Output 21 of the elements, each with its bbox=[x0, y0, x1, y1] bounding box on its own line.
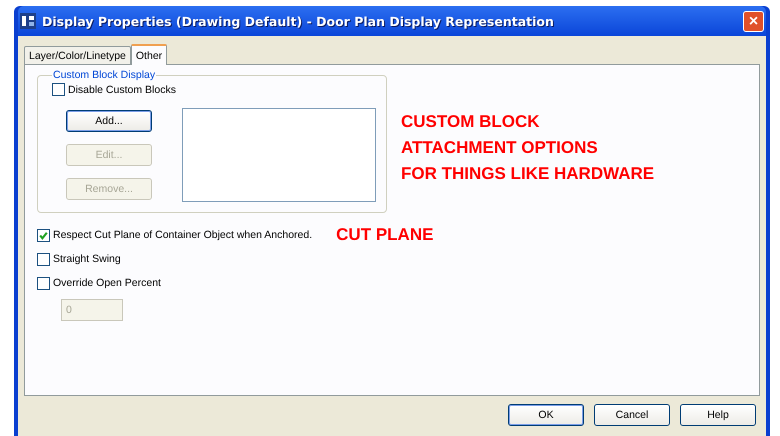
annotation-text: CUT PLANE bbox=[336, 225, 434, 245]
close-button[interactable]: × bbox=[743, 10, 764, 32]
tab[interactable]: Layer/Color/Linetype bbox=[24, 46, 131, 64]
checkbox[interactable] bbox=[37, 228, 50, 242]
checkbox[interactable] bbox=[52, 83, 65, 96]
block-button[interactable]: Add... bbox=[66, 110, 152, 132]
checkbox-label: Respect Cut Plane of Container Object when Anchored. bbox=[53, 229, 312, 241]
window-title: Display Properties (Drawing Default) - Door Plan Display Representation bbox=[42, 14, 555, 28]
tab[interactable]: Other bbox=[130, 44, 168, 65]
app-icon bbox=[20, 13, 36, 29]
checkbox-label: Straight Swing bbox=[53, 253, 121, 265]
checkbox[interactable] bbox=[37, 252, 50, 266]
dialog-button[interactable]: Help bbox=[680, 404, 756, 426]
checkbox-label: Disable Custom Blocks bbox=[68, 84, 176, 96]
checkbox[interactable] bbox=[37, 276, 50, 290]
annotation-text: CUSTOM BLOCK ATTACHMENT OPTIONS FOR THINGS LIKE HARDWARE bbox=[401, 111, 654, 185]
block-list[interactable] bbox=[182, 108, 376, 202]
dialog-button[interactable]: OK bbox=[508, 404, 584, 426]
checkbox-label: Override Open Percent bbox=[53, 277, 161, 289]
dialog-button[interactable]: Cancel bbox=[594, 404, 670, 426]
group-title: Custom Block Display bbox=[52, 69, 156, 81]
